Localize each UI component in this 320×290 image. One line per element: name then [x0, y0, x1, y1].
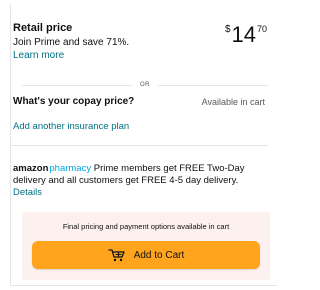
separator-line-left — [22, 84, 132, 86]
separator-line-right — [158, 84, 268, 86]
add-insurance-link[interactable]: Add another insurance plan — [13, 121, 129, 132]
section-divider — [10, 145, 268, 146]
add-to-cart-label: Add to Cart — [133, 249, 185, 261]
or-label: OR — [140, 82, 150, 88]
details-link[interactable]: Details — [13, 187, 265, 199]
price-currency: $ — [224, 24, 231, 35]
pharmacy-delivery-info: amazonpharmacy Prime members get FREE Tw… — [13, 163, 265, 199]
amazon-logo-text: amazon — [13, 163, 49, 174]
copay-availability: Available in cart — [201, 96, 265, 107]
retail-price: $ 14 70 — [225, 24, 267, 46]
copay-row: What's your copay price? Available in ca… — [13, 96, 265, 107]
cart-panel: Final pricing and payment options availa… — [22, 212, 270, 280]
cart-icon — [108, 249, 125, 262]
final-pricing-note: Final pricing and payment options availa… — [62, 222, 230, 231]
learn-more-link[interactable]: Learn more — [13, 49, 263, 62]
pharmacy-logo-text: pharmacy — [49, 163, 92, 174]
or-separator: OR — [22, 80, 268, 90]
price-whole: 14 — [231, 22, 256, 47]
card-divider — [11, 285, 277, 286]
price-fraction: 70 — [256, 24, 267, 34]
copay-title: What's your copay price? — [13, 96, 135, 107]
add-to-cart-button[interactable]: Add to Cart — [32, 241, 260, 269]
